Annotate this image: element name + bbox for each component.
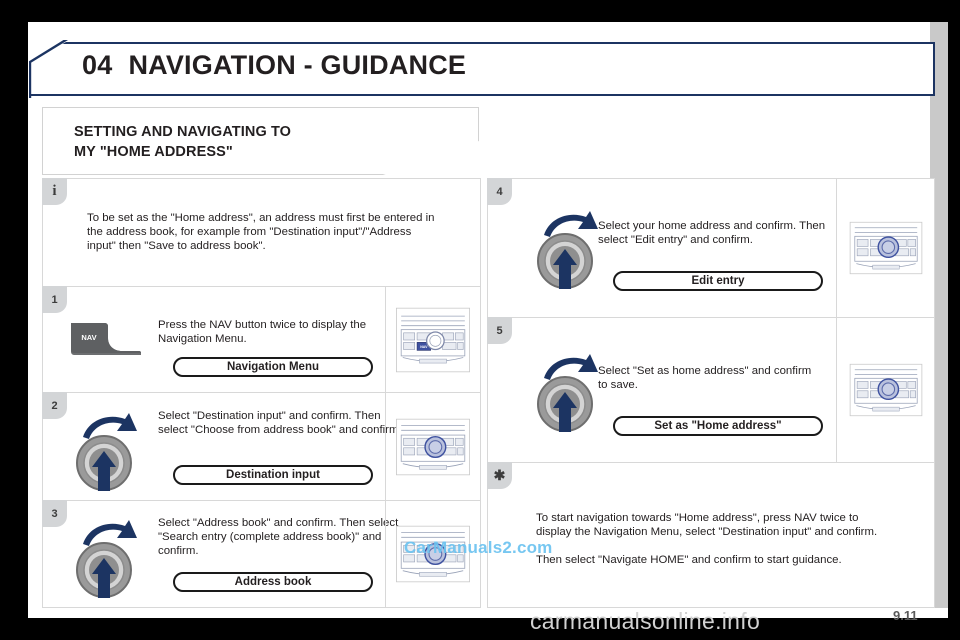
step-5-badge: 5: [487, 317, 512, 344]
step-4-text: Select your home address and confirm. Th…: [598, 220, 826, 247]
tip-note-panel: ✱ To start navigation towards "Home addr…: [487, 462, 935, 608]
step-5-panel: 5 Select "Set as home address" and confi…: [487, 317, 935, 463]
step-4-badge: 4: [487, 178, 512, 205]
rotary-knob-icon: [532, 348, 606, 441]
chapter-title-row: 04 NAVIGATION - GUIDANCE: [82, 50, 466, 81]
manual-page: 04 NAVIGATION - GUIDANCE SETTING AND NAVI…: [0, 0, 960, 640]
rotary-knob-icon: [71, 407, 145, 500]
step-1-panel: 1 NAV Press the NAV button twice to disp…: [42, 286, 481, 393]
chapter-number: 04: [82, 50, 113, 80]
page-number: 9.11: [893, 608, 918, 623]
step-5-thumbnail: [836, 318, 934, 462]
svg-text:NAV: NAV: [420, 344, 428, 348]
step-2-pill[interactable]: Destination input: [173, 465, 373, 485]
watermark-middle: CarManuals2.com: [404, 538, 553, 557]
step-4-pill[interactable]: Edit entry: [613, 271, 823, 291]
step-5-pill[interactable]: Set as "Home address": [613, 416, 823, 436]
step-1-badge: 1: [42, 286, 67, 313]
step-2-thumbnail: [385, 393, 480, 500]
page-title: NAVIGATION - GUIDANCE: [128, 50, 467, 80]
step-1-text: Press the NAV button twice to display th…: [158, 319, 367, 346]
step-3-badge: 3: [42, 500, 67, 527]
section-title-line1: SETTING AND NAVIGATING TO: [74, 124, 292, 140]
info-note-panel: i To be set as the "Home address", an ad…: [42, 178, 481, 287]
tip-note-paragraph-1: To start navigation towards "Home addres…: [536, 512, 878, 539]
step-3-text: Select "Address book" and confirm. Then …: [158, 517, 399, 558]
nav-button-icon: NAV: [69, 317, 141, 362]
rotary-knob-icon: [532, 205, 606, 298]
step-1-thumbnail: NAV: [385, 287, 480, 392]
step-3-pill[interactable]: Address book: [173, 572, 373, 592]
info-note-text: To be set as the "Home address", an addr…: [87, 212, 435, 253]
svg-text:NAV: NAV: [81, 333, 96, 342]
chapter-header: 04 NAVIGATION - GUIDANCE: [29, 40, 935, 98]
asterisk-icon: ✱: [487, 462, 512, 489]
info-badge: i: [42, 178, 67, 205]
step-2-text: Select "Destination input" and confirm. …: [158, 410, 402, 437]
section-title-line2: MY "HOME ADDRESS": [74, 144, 233, 160]
chapter-header-corner-diagonal: [29, 40, 73, 98]
step-2-panel: 2 Select "Destination input" and confirm…: [42, 392, 481, 501]
right-column: 4 Select your home address and confirm. …: [487, 178, 935, 608]
step-4-thumbnail: [836, 179, 934, 317]
step-2-badge: 2: [42, 392, 67, 419]
step-4-panel: 4 Select your home address and confirm. …: [487, 178, 935, 318]
step-1-pill[interactable]: Navigation Menu: [173, 357, 373, 377]
step-5-text: Select "Set as home address" and confirm…: [598, 365, 812, 392]
rotary-knob-icon: [71, 514, 145, 607]
watermark-bottom: carmanualsonline.info: [530, 608, 761, 634]
tip-note-paragraph-2: Then select "Navigate HOME" and confirm …: [536, 554, 842, 566]
